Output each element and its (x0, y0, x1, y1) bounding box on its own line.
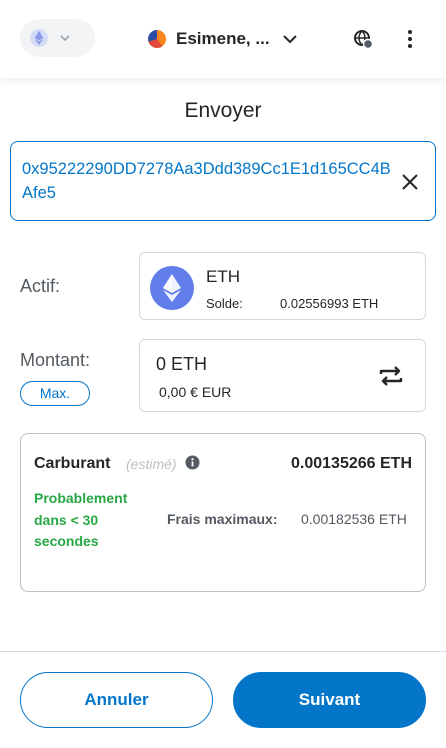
amount-label: Montant: (20, 350, 91, 370)
recipient-address: 0x95222290DD7278Aa3Ddd389Cc1E1d165CC4BAf… (22, 160, 391, 202)
max-fee-label: Frais maximaux: (167, 511, 278, 527)
chevron-down-icon (60, 35, 70, 42)
ethereum-logo-icon (150, 266, 194, 310)
max-fee-value: 0.00182536 ETH (301, 511, 407, 527)
gas-estimated-label: (estimé) (126, 456, 177, 472)
recipient-address-field[interactable]: 0x95222290DD7278Aa3Ddd389Cc1E1d165CC4BAf… (10, 141, 436, 221)
network-selector[interactable] (20, 19, 95, 57)
page-title: Envoyer (184, 99, 262, 122)
asset-symbol: ETH (206, 267, 240, 286)
balance-label: Solde: (206, 296, 243, 311)
account-avatar (148, 30, 166, 48)
kebab-menu-icon[interactable] (401, 28, 419, 50)
close-icon[interactable] (400, 172, 420, 192)
gas-time-estimate: Probablement dans < 30 secondes (34, 490, 128, 549)
balance-value: 0.02556993 ETH (280, 296, 379, 311)
asset-selector[interactable]: ETH Solde: 0.02556993 ETH (139, 252, 426, 320)
max-button[interactable]: Max. (20, 381, 90, 406)
amount-fiat-value: 0,00 € EUR (159, 384, 232, 400)
ethereum-network-icon (30, 29, 48, 47)
cancel-button[interactable]: Annuler (20, 672, 213, 728)
account-selector[interactable]: Esimene, ... (148, 26, 300, 52)
gas-title: Carburant (34, 455, 111, 472)
info-icon[interactable] (185, 455, 200, 470)
globe-connected-icon[interactable] (352, 28, 374, 50)
swap-currency-icon[interactable] (377, 365, 405, 387)
asset-label: Actif: (20, 276, 61, 296)
app-header: Esimene, ... (0, 0, 446, 78)
amount-value: 0 ETH (156, 354, 208, 374)
gas-amount: 0.00135266 ETH (291, 455, 412, 472)
chevron-down-icon (282, 35, 297, 44)
amount-input[interactable]: 0 ETH 0,00 € EUR (139, 339, 426, 412)
account-name: Esimene, ... (176, 29, 270, 48)
gas-fee-panel: Carburant (estimé) 0.00135266 ETH Probab… (20, 433, 426, 592)
next-button[interactable]: Suivant (233, 672, 426, 728)
